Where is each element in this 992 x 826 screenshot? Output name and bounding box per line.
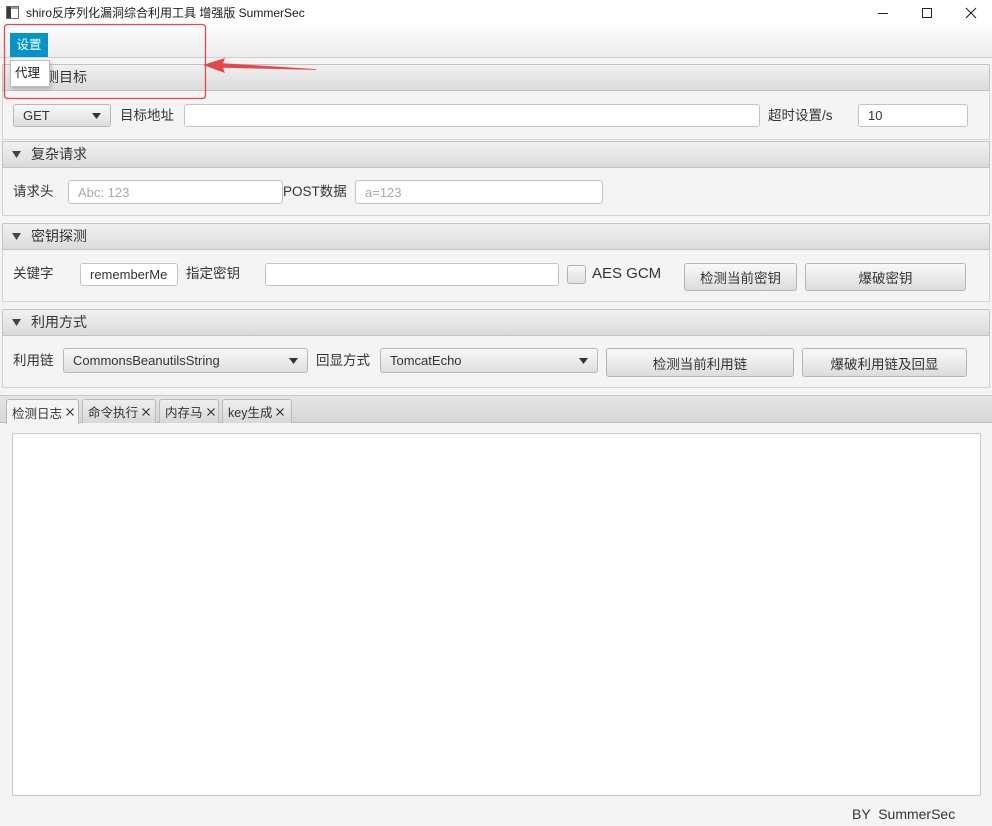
tab-label: key生成 bbox=[228, 406, 273, 420]
title-bar: shiro反序列化漏洞综合利用工具 增强版 SummerSec bbox=[0, 0, 992, 26]
timeout-label: 超时设置/s bbox=[768, 108, 833, 123]
section-title: 复杂请求 bbox=[31, 146, 87, 162]
tab-label: 命令执行 bbox=[88, 406, 139, 420]
tab-detect-log[interactable]: 检测日志 bbox=[6, 399, 79, 424]
headers-label: 请求头 bbox=[13, 184, 54, 199]
method-select-value: GET bbox=[23, 108, 50, 123]
section-header-exploit[interactable]: 利用方式 bbox=[2, 309, 990, 336]
tab-close-icon[interactable] bbox=[206, 407, 215, 416]
settings-dropdown: 代理 bbox=[10, 60, 50, 87]
section-header-key-detect[interactable]: 密钥探测 bbox=[2, 223, 990, 250]
app-window-icon bbox=[6, 6, 19, 19]
check-key-button[interactable]: 检测当前密钥 bbox=[684, 263, 797, 291]
url-input[interactable] bbox=[184, 104, 760, 127]
tab-close-icon[interactable] bbox=[276, 407, 285, 416]
section-title: 利用方式 bbox=[31, 314, 87, 330]
headers-input[interactable] bbox=[68, 180, 283, 204]
timeout-input[interactable] bbox=[858, 104, 968, 127]
tab-close-icon[interactable] bbox=[142, 407, 150, 416]
brute-chain-button[interactable]: 爆破利用链及回显 bbox=[802, 348, 967, 377]
close-button[interactable] bbox=[950, 0, 992, 26]
tab-content bbox=[0, 423, 992, 826]
chevron-down-icon bbox=[12, 233, 21, 240]
minimize-button[interactable] bbox=[861, 0, 905, 26]
echo-mode-label: 回显方式 bbox=[316, 353, 370, 368]
key-label: 指定密钥 bbox=[186, 266, 240, 281]
maximize-button[interactable] bbox=[905, 0, 949, 26]
echo-mode-select-value: TomcatEcho bbox=[390, 353, 462, 368]
url-label: 目标地址 bbox=[120, 108, 174, 123]
close-icon bbox=[965, 7, 977, 19]
menu-item-proxy[interactable]: 代理 bbox=[11, 61, 49, 86]
footer-credit: BY SummerSec bbox=[852, 806, 956, 822]
tab-close-icon[interactable] bbox=[66, 408, 74, 416]
tab-label: 内存马 bbox=[165, 406, 203, 420]
brute-key-button[interactable]: 爆破密钥 bbox=[805, 263, 966, 291]
dropdown-arrow-icon bbox=[92, 112, 101, 119]
maximize-icon bbox=[922, 8, 932, 18]
section-title: 密钥探测 bbox=[31, 228, 87, 244]
keyword-label: 关键字 bbox=[13, 266, 54, 281]
gadget-chain-select-value: CommonsBeanutilsString bbox=[73, 353, 220, 368]
tab-memshell[interactable]: 内存马 bbox=[159, 399, 219, 423]
post-data-input[interactable] bbox=[355, 180, 603, 204]
menu-settings[interactable]: 设置 bbox=[10, 33, 48, 57]
method-select[interactable]: GET bbox=[13, 104, 111, 127]
aes-gcm-checkbox[interactable] bbox=[567, 265, 586, 284]
echo-mode-select[interactable]: TomcatEcho bbox=[380, 348, 598, 373]
menu-bar bbox=[0, 26, 992, 58]
tab-command-exec[interactable]: 命令执行 bbox=[82, 399, 156, 423]
minimize-icon bbox=[878, 13, 888, 14]
chevron-down-icon bbox=[12, 151, 21, 158]
log-text-area[interactable] bbox=[12, 433, 981, 796]
aes-gcm-label: AES GCM bbox=[592, 265, 662, 282]
dropdown-arrow-icon bbox=[289, 357, 298, 364]
gadget-chain-label: 利用链 bbox=[13, 353, 54, 368]
dropdown-arrow-icon bbox=[579, 357, 588, 364]
check-chain-button[interactable]: 检测当前利用链 bbox=[606, 348, 794, 377]
section-header-target[interactable]: 检测目标 bbox=[2, 64, 990, 91]
window-title: shiro反序列化漏洞综合利用工具 增强版 SummerSec bbox=[26, 6, 305, 20]
gadget-chain-select[interactable]: CommonsBeanutilsString bbox=[63, 348, 308, 373]
post-data-label: POST数据 bbox=[283, 184, 347, 199]
key-input[interactable] bbox=[265, 263, 559, 286]
section-header-complex-request[interactable]: 复杂请求 bbox=[2, 141, 990, 168]
tab-label: 检测日志 bbox=[12, 406, 63, 421]
tab-key-generate[interactable]: key生成 bbox=[222, 399, 292, 423]
chevron-down-icon bbox=[12, 319, 21, 326]
keyword-input[interactable] bbox=[80, 263, 178, 286]
